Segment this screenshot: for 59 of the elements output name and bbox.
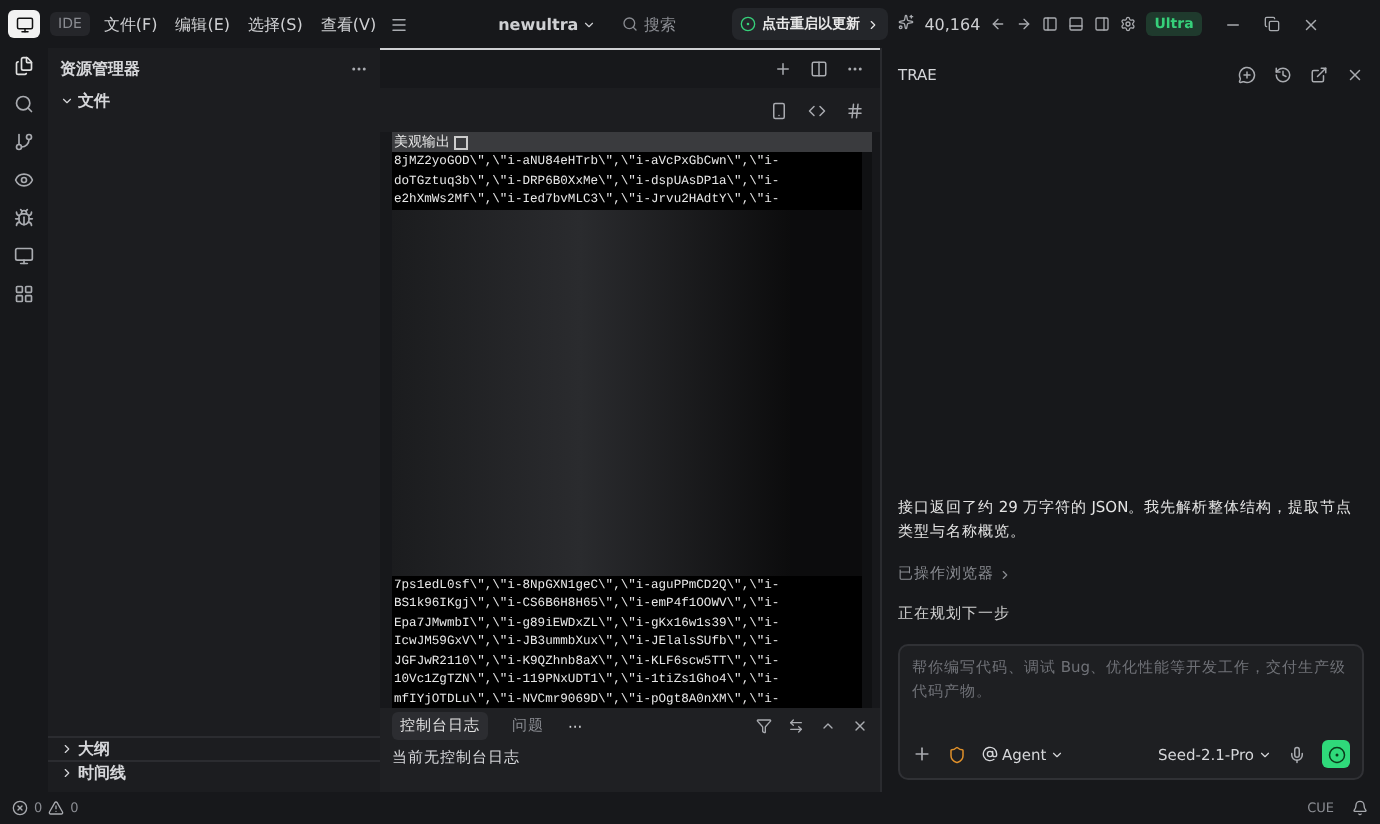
section-header[interactable]: 大纲 xyxy=(48,736,380,760)
menu-item[interactable]: 查看(V) xyxy=(316,13,381,35)
checkbox[interactable] xyxy=(454,135,468,149)
chevron-icon xyxy=(866,17,881,31)
search-icon xyxy=(622,16,639,32)
external-link-icon[interactable] xyxy=(1310,65,1328,83)
bell-icon[interactable] xyxy=(1352,800,1368,816)
sidebar-title: 资源管理器 xyxy=(60,57,140,79)
mic-icon[interactable] xyxy=(1288,745,1306,763)
bug-icon[interactable] xyxy=(14,208,34,228)
add-icon[interactable] xyxy=(774,60,792,78)
eye-icon[interactable] xyxy=(14,170,34,190)
menu-item[interactable]: 编辑(E) xyxy=(171,13,235,35)
at-icon xyxy=(982,746,998,762)
chevron-icon xyxy=(60,93,74,107)
search-field[interactable]: 搜索 xyxy=(622,13,723,35)
app-logo-icon[interactable] xyxy=(8,10,40,38)
section-header[interactable]: 时间线 xyxy=(48,760,380,784)
close-icon[interactable] xyxy=(852,718,868,734)
new-chat-icon[interactable] xyxy=(1238,65,1256,83)
close-icon[interactable] xyxy=(1301,15,1320,33)
star-count: 40,164 xyxy=(924,15,981,33)
left-panel-icon[interactable] xyxy=(1042,16,1059,32)
menu-item[interactable]: 文件(F) xyxy=(99,13,162,35)
code-icon[interactable] xyxy=(808,101,826,119)
circle-icon xyxy=(740,16,757,32)
monitor-icon[interactable] xyxy=(14,246,34,266)
project-selector[interactable]: newultra xyxy=(498,15,597,33)
send-button[interactable] xyxy=(1322,740,1350,768)
collapse-icon[interactable] xyxy=(820,718,836,734)
search-icon[interactable] xyxy=(14,94,34,114)
menu-item[interactable]: 选择(S) xyxy=(244,13,307,35)
split-icon[interactable] xyxy=(810,60,828,78)
grid-icon[interactable] xyxy=(14,284,34,304)
chevron-icon xyxy=(1050,747,1065,761)
swap-icon[interactable] xyxy=(788,718,804,734)
shield-icon[interactable] xyxy=(948,745,966,763)
filter-icon[interactable] xyxy=(756,718,772,734)
sparkle-icon xyxy=(898,14,915,34)
history-icon[interactable] xyxy=(1274,65,1292,83)
settings-icon[interactable] xyxy=(1120,16,1137,32)
chevron-icon xyxy=(998,567,1012,581)
hash-icon[interactable] xyxy=(846,101,864,119)
branch-icon[interactable] xyxy=(14,132,34,152)
add-icon[interactable] xyxy=(912,744,932,764)
back-icon[interactable] xyxy=(990,16,1007,32)
right-panel-icon[interactable] xyxy=(1094,16,1111,32)
chevron-icon xyxy=(1258,747,1272,761)
files-icon[interactable] xyxy=(14,56,34,76)
warning-icon xyxy=(48,800,65,816)
restore-icon[interactable] xyxy=(1263,16,1280,32)
error-icon xyxy=(12,800,28,816)
chevron-icon xyxy=(582,17,597,31)
forward-icon[interactable] xyxy=(1016,16,1033,32)
device-icon[interactable] xyxy=(770,101,788,119)
bottom-panel-icon[interactable] xyxy=(1068,16,1085,32)
menu-icon[interactable] xyxy=(390,15,409,33)
files-section[interactable]: 文件 xyxy=(48,88,380,112)
close-icon[interactable] xyxy=(1346,65,1364,83)
